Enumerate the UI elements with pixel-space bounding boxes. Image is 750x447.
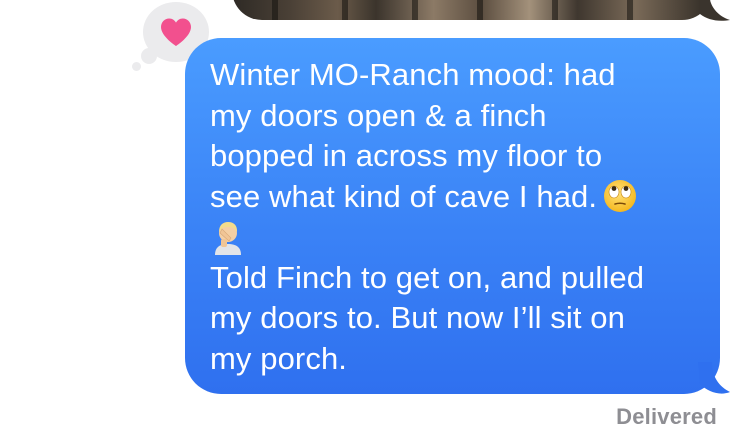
- face-with-rolling-eyes-icon: [604, 179, 637, 212]
- message-thread: Winter MO-Ranch mood: had my doors open …: [0, 0, 750, 447]
- message-line: see what kind of cave I had.: [210, 178, 598, 214]
- message-line: my doors to. But now I’ll sit on: [210, 300, 625, 335]
- message-line: my doors open & a finch: [210, 97, 547, 133]
- person-facepalming-icon: [215, 222, 241, 255]
- photo-message[interactable]: [232, 0, 712, 20]
- heart-icon: [161, 18, 191, 46]
- delivery-status: Delivered: [616, 404, 717, 429]
- photo-bubble-tail: [700, 0, 730, 21]
- message-line: Told Finch to get on, and pulled: [210, 259, 645, 295]
- message-bubble-tail: [698, 362, 730, 394]
- message-line: my porch.: [210, 340, 347, 376]
- message-line: Winter MO-Ranch mood: had: [210, 57, 616, 92]
- tapback-tail-dot-small: [132, 62, 141, 71]
- message-text: Winter MO-Ranch mood: had my doors open …: [210, 55, 700, 379]
- message-line: bopped in across my floor to: [210, 138, 603, 173]
